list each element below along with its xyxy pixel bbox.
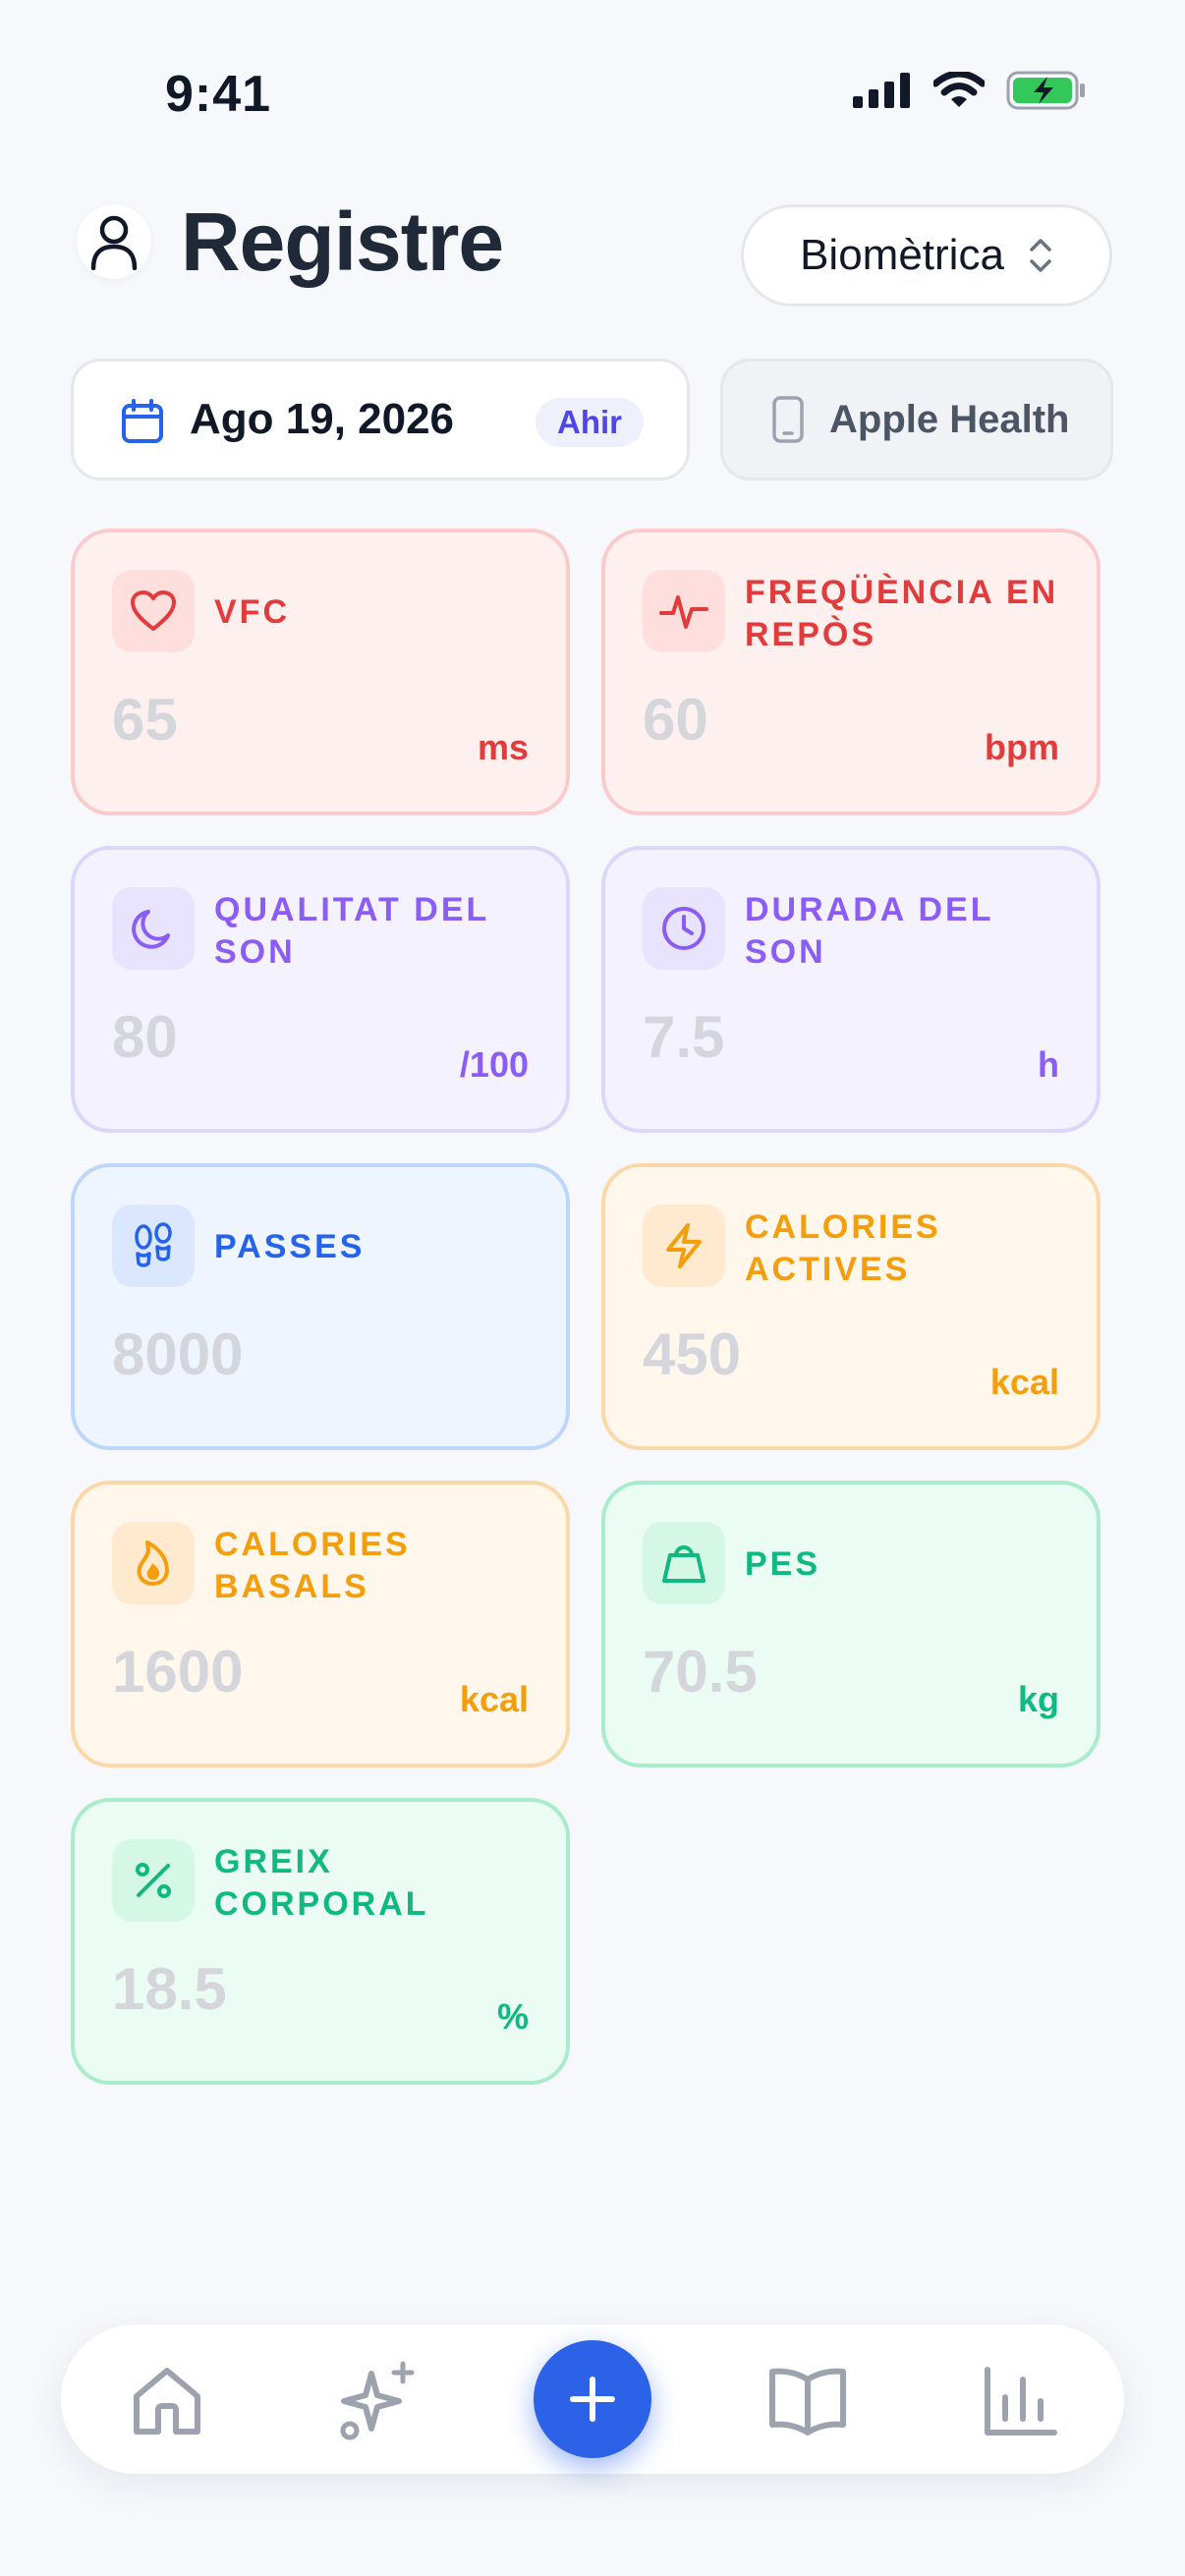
metric-label: PES [745, 1545, 821, 1583]
metric-label: FREQÜÈNCIA EN REPÒS [745, 574, 1059, 653]
chevron-up-down-icon [1030, 239, 1051, 272]
profile-button[interactable] [77, 204, 151, 279]
metric-card-body-fat[interactable]: GREIX CORPORAL 18.5 % [71, 1798, 570, 2085]
data-source-button[interactable]: Apple Health [720, 359, 1113, 480]
nav-journal[interactable] [766, 2360, 849, 2442]
metric-unit: /100 [459, 1044, 529, 1085]
status-icons [853, 71, 1087, 110]
metric-value[interactable]: 8000 [112, 1320, 243, 1388]
metric-unit: % [496, 1996, 529, 2037]
book-icon [769, 2368, 846, 2436]
metric-label: QUALITAT DEL SON [214, 891, 489, 971]
metric-card-active-calories[interactable]: CALORIES ACTIVES 450 kcal [601, 1163, 1100, 1450]
status-time: 9:41 [165, 66, 272, 123]
home-icon [134, 2368, 200, 2435]
phone-icon [772, 396, 804, 443]
metric-unit: kg [1017, 1679, 1059, 1719]
metric-card-basal-calories[interactable]: CALORIES BASALS 1600 kcal [71, 1481, 570, 1767]
metric-unit: bpm [985, 727, 1059, 767]
bottom-nav [61, 2324, 1124, 2474]
metric-card-steps[interactable]: PASSES 8000 [71, 1163, 570, 1450]
metric-unit: ms [477, 727, 529, 767]
metric-card-weight[interactable]: PES 70.5 kg [601, 1481, 1100, 1767]
user-icon [90, 215, 138, 270]
metric-label: GREIX CORPORAL [214, 1843, 429, 1923]
battery-charging-icon [1006, 71, 1085, 110]
page-title: Registre [181, 196, 504, 288]
record-type-label: Biomètrica [800, 231, 1004, 279]
metric-card-sleep-duration[interactable]: DURADA DEL SON 7.5 h [601, 846, 1100, 1133]
nav-insights[interactable] [338, 2360, 421, 2442]
bar-chart-icon [985, 2367, 1057, 2436]
record-type-select[interactable]: Biomètrica [741, 204, 1112, 307]
metric-card-resting-hr[interactable]: FREQÜÈNCIA EN REPÒS 60 bpm [601, 529, 1100, 815]
clock-icon [643, 887, 725, 970]
metric-value[interactable]: 450 [643, 1320, 741, 1388]
nav-stats[interactable] [979, 2360, 1061, 2442]
nav-home[interactable] [126, 2360, 208, 2442]
metric-unit: h [1038, 1044, 1059, 1085]
metric-card-vfc[interactable]: VFC 65 ms [71, 529, 570, 815]
metric-label: DURADA DEL SON [745, 891, 993, 971]
metric-value[interactable]: 1600 [112, 1638, 243, 1706]
metric-value[interactable]: 60 [643, 686, 708, 754]
percent-icon [112, 1839, 195, 1922]
metric-value[interactable]: 7.5 [643, 1003, 724, 1071]
data-source-label: Apple Health [829, 397, 1070, 441]
scale-weight-icon [643, 1522, 725, 1604]
calendar-icon [122, 399, 163, 443]
heart-icon [112, 570, 195, 652]
metric-unit: kcal [459, 1679, 529, 1719]
relative-date-badge: Ahir [536, 398, 644, 447]
plus-icon [570, 2377, 615, 2422]
moon-icon [112, 887, 195, 970]
metric-value[interactable]: 18.5 [112, 1955, 227, 2023]
metric-card-sleep-quality[interactable]: QUALITAT DEL SON 80 /100 [71, 846, 570, 1133]
sparkles-icon [340, 2361, 415, 2440]
lightning-icon [643, 1204, 725, 1287]
add-record-button[interactable] [534, 2340, 651, 2458]
activity-icon [643, 570, 725, 652]
selected-date: Ago 19, 2026 [190, 395, 455, 443]
metric-unit: kcal [989, 1362, 1059, 1402]
metric-value[interactable]: 80 [112, 1003, 178, 1071]
metric-label: VFC [214, 593, 290, 631]
signal-icon [853, 73, 910, 108]
metric-value[interactable]: 70.5 [643, 1638, 758, 1706]
flame-icon [112, 1522, 195, 1604]
metric-label: CALORIES BASALS [214, 1526, 411, 1605]
metric-label: CALORIES ACTIVES [745, 1208, 941, 1288]
footprints-icon [112, 1204, 195, 1287]
metric-label: PASSES [214, 1228, 366, 1265]
date-picker[interactable]: Ago 19, 2026 Ahir [71, 359, 690, 480]
wifi-icon [933, 72, 985, 107]
metric-value[interactable]: 65 [112, 686, 178, 754]
